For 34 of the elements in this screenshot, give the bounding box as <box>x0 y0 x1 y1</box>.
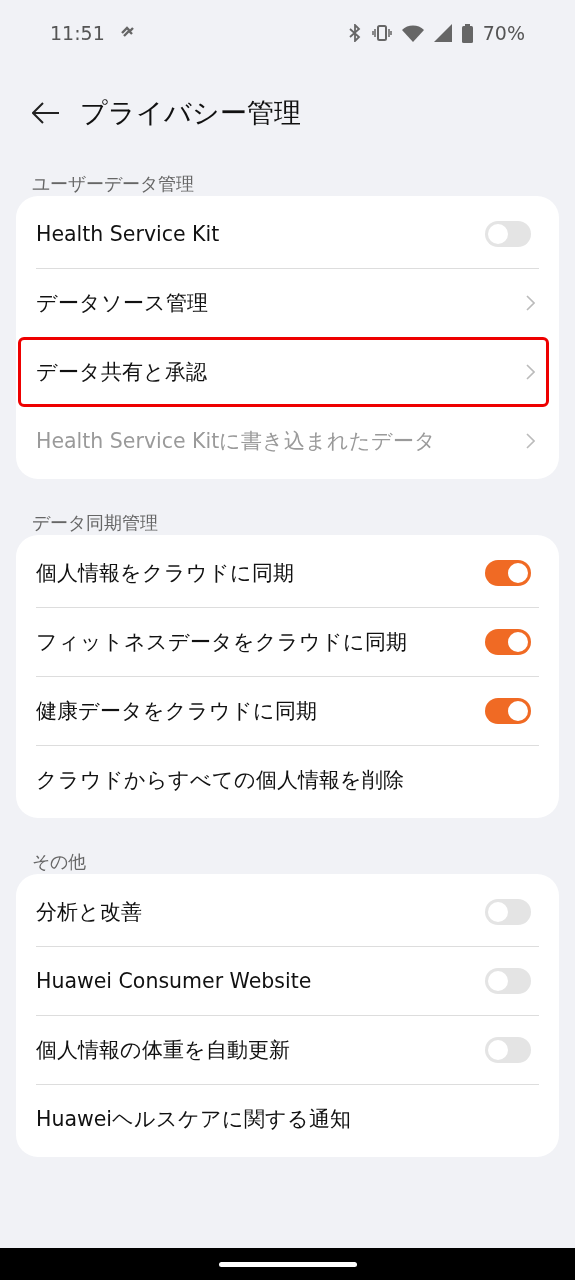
clock: 11:51 <box>50 22 105 44</box>
section-header: ユーザーデータ管理 <box>31 172 195 196</box>
home-handle[interactable] <box>218 1261 357 1267</box>
setting-label[interactable]: フィットネスデータをクラウドに同期 <box>36 628 485 656</box>
setting-label[interactable]: Huaweiヘルスケアに関する通知 <box>36 1105 539 1133</box>
wifi-icon <box>401 24 424 42</box>
chevron-icon <box>526 433 535 449</box>
bluetooth-icon <box>347 24 362 42</box>
page-title: プライバシー管理 <box>80 96 301 130</box>
chevron-icon <box>526 364 535 380</box>
setting-label[interactable]: Huawei Consumer Website <box>36 969 485 993</box>
setting-label[interactable]: Health Service Kit <box>36 222 485 246</box>
setting-label[interactable]: 分析と改善 <box>36 898 485 926</box>
setting-label[interactable]: 健康データをクラウドに同期 <box>36 697 485 725</box>
section-header: データ同期管理 <box>31 511 159 535</box>
setting-label[interactable]: データ共有と承認 <box>36 358 526 386</box>
setting-label[interactable]: クラウドからすべての個人情報を削除 <box>36 766 539 794</box>
battery-percentage: 70% <box>482 22 525 44</box>
section-header: その他 <box>31 850 87 874</box>
setting-label[interactable]: 個人情報をクラウドに同期 <box>36 559 485 587</box>
chevron-icon <box>526 295 535 311</box>
setting-label[interactable]: データソース管理 <box>36 289 526 317</box>
signal-icon <box>433 24 452 42</box>
battery-icon <box>461 23 473 43</box>
back-arrow-icon[interactable] <box>32 102 60 124</box>
toggle-switch[interactable] <box>485 629 531 655</box>
toggle-switch[interactable] <box>485 221 531 247</box>
toggle-switch[interactable] <box>485 899 531 925</box>
toggle-switch[interactable] <box>485 1037 531 1063</box>
vibrate-icon <box>371 25 392 41</box>
toggle-switch[interactable] <box>485 560 531 586</box>
toggle-switch[interactable] <box>485 698 531 724</box>
toggle-switch[interactable] <box>485 968 531 994</box>
setting-label[interactable]: 個人情報の体重を自動更新 <box>36 1036 485 1064</box>
